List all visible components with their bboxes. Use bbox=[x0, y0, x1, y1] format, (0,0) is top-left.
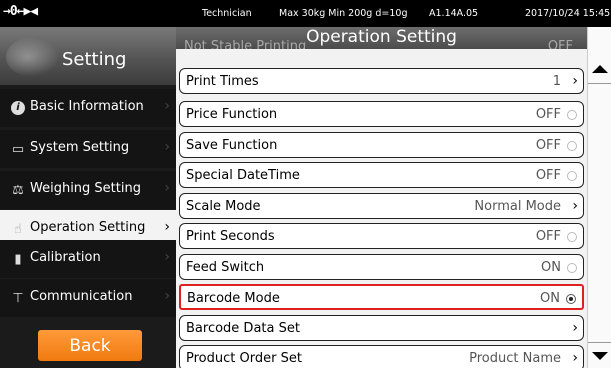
setting-row-barcode-data-set[interactable]: Barcode Data Set › bbox=[179, 315, 584, 341]
setting-row-save-function[interactable]: Save Function OFF bbox=[179, 132, 584, 158]
setting-value: OFF bbox=[535, 229, 561, 244]
page-header: Not Stable Printing OFF Operation Settin… bbox=[176, 27, 587, 49]
radio-off-icon[interactable] bbox=[567, 141, 577, 151]
scale-icon: ⚖ bbox=[12, 182, 24, 198]
sidebar-item-calibration[interactable]: ▮ Calibration › bbox=[0, 240, 176, 278]
setting-value: ON bbox=[540, 291, 560, 306]
sidebar-item-basic-information[interactable]: i Basic Information › bbox=[0, 89, 176, 127]
chevron-right-icon: › bbox=[572, 350, 578, 366]
weight-icon: ▮ bbox=[14, 251, 22, 267]
setting-label: Barcode Data Set bbox=[186, 321, 300, 336]
setting-label: Print Times bbox=[186, 74, 259, 89]
scroll-divider bbox=[588, 342, 611, 343]
chevron-right-icon: › bbox=[572, 198, 578, 214]
scroll-divider bbox=[588, 83, 611, 84]
setting-label: Product Order Set bbox=[186, 351, 302, 366]
status-bar: →0←▶◀ Technician Max 30kg Min 200g d=10g… bbox=[0, 0, 611, 27]
radio-off-icon[interactable] bbox=[567, 232, 577, 242]
chevron-right-icon: › bbox=[572, 320, 578, 336]
scrollbar[interactable] bbox=[587, 27, 611, 368]
sidebar-item-label: Weighing Setting bbox=[30, 181, 141, 196]
page-title: Operation Setting bbox=[306, 27, 457, 47]
datetime: 2017/10/24 15:45 bbox=[525, 8, 611, 19]
setting-row-price-function[interactable]: Price Function OFF bbox=[179, 101, 584, 127]
settings-list-panel[interactable]: Not Stable Printing OFF Operation Settin… bbox=[176, 27, 587, 368]
setting-value: ON bbox=[541, 260, 561, 275]
setting-value: OFF bbox=[535, 107, 561, 122]
scroll-down-icon[interactable] bbox=[592, 352, 608, 360]
zero-tare-indicator: →0←▶◀ bbox=[3, 4, 38, 19]
user-role: Technician bbox=[202, 8, 252, 19]
sidebar-item-label: Operation Setting bbox=[30, 220, 146, 235]
radio-on-icon[interactable] bbox=[566, 294, 576, 304]
sidebar-item-communication[interactable]: ⊤ Communication › bbox=[0, 279, 176, 317]
hand-pointer-icon: ☝ bbox=[14, 221, 22, 237]
setting-label: Scale Mode bbox=[186, 199, 261, 214]
sidebar-item-label: Calibration bbox=[30, 250, 101, 265]
setting-row-special-datetime[interactable]: Special DateTime OFF bbox=[179, 162, 584, 188]
setting-row-print-times[interactable]: Print Times 1 › bbox=[179, 68, 584, 94]
sidebar-item-label: System Setting bbox=[30, 140, 130, 155]
scroll-up-icon[interactable] bbox=[592, 65, 608, 73]
sidebar-item-system-setting[interactable]: ▭ System Setting › bbox=[0, 130, 176, 168]
info-icon: i bbox=[10, 100, 26, 116]
chevron-right-icon: › bbox=[164, 139, 170, 155]
setting-row-print-seconds[interactable]: Print Seconds OFF bbox=[179, 223, 584, 249]
setting-row-product-order-set[interactable]: Product Order Set Product Name › bbox=[179, 345, 584, 368]
chevron-right-icon: › bbox=[164, 98, 170, 114]
chevron-right-icon: › bbox=[164, 249, 170, 265]
sidebar-item-label: Communication bbox=[30, 289, 133, 304]
sidebar-item-weighing-setting[interactable]: ⚖ Weighing Setting › bbox=[0, 171, 176, 209]
radio-off-icon[interactable] bbox=[567, 110, 577, 120]
sidebar-header: Setting bbox=[0, 27, 176, 85]
setting-label: Feed Switch bbox=[186, 260, 265, 275]
monitor-icon: ▭ bbox=[11, 141, 25, 157]
header-decoration bbox=[6, 37, 60, 77]
sidebar-item-label: Basic Information bbox=[30, 99, 144, 114]
network-icon: ⊤ bbox=[12, 290, 24, 306]
firmware-version: A1.14A.05 bbox=[429, 8, 479, 19]
setting-row-feed-switch[interactable]: Feed Switch ON bbox=[179, 254, 584, 280]
sidebar: Setting i Basic Information › ▭ System S… bbox=[0, 27, 176, 368]
chevron-right-icon: › bbox=[572, 73, 578, 89]
radio-off-icon[interactable] bbox=[567, 263, 577, 273]
setting-label: Print Seconds bbox=[186, 229, 275, 244]
setting-label: Save Function bbox=[186, 138, 278, 153]
setting-row-barcode-mode[interactable]: Barcode Mode ON bbox=[179, 284, 584, 310]
setting-value: Normal Mode bbox=[474, 199, 561, 214]
radio-off-icon[interactable] bbox=[567, 171, 577, 181]
chevron-right-icon: › bbox=[164, 288, 170, 304]
chevron-right-icon: › bbox=[164, 219, 170, 235]
setting-label: Barcode Mode bbox=[187, 291, 280, 306]
scale-capacity: Max 30kg Min 200g d=10g bbox=[279, 8, 408, 19]
sidebar-title: Setting bbox=[62, 49, 127, 70]
setting-value: 1 bbox=[552, 74, 561, 89]
setting-value: OFF bbox=[535, 138, 561, 153]
setting-value: OFF bbox=[535, 168, 561, 183]
setting-label: Special DateTime bbox=[186, 168, 300, 183]
setting-row-scale-mode[interactable]: Scale Mode Normal Mode › bbox=[179, 193, 584, 219]
setting-label: Price Function bbox=[186, 107, 278, 122]
setting-value: Product Name bbox=[469, 351, 561, 366]
back-button[interactable]: Back bbox=[38, 330, 142, 361]
chevron-right-icon: › bbox=[164, 180, 170, 196]
